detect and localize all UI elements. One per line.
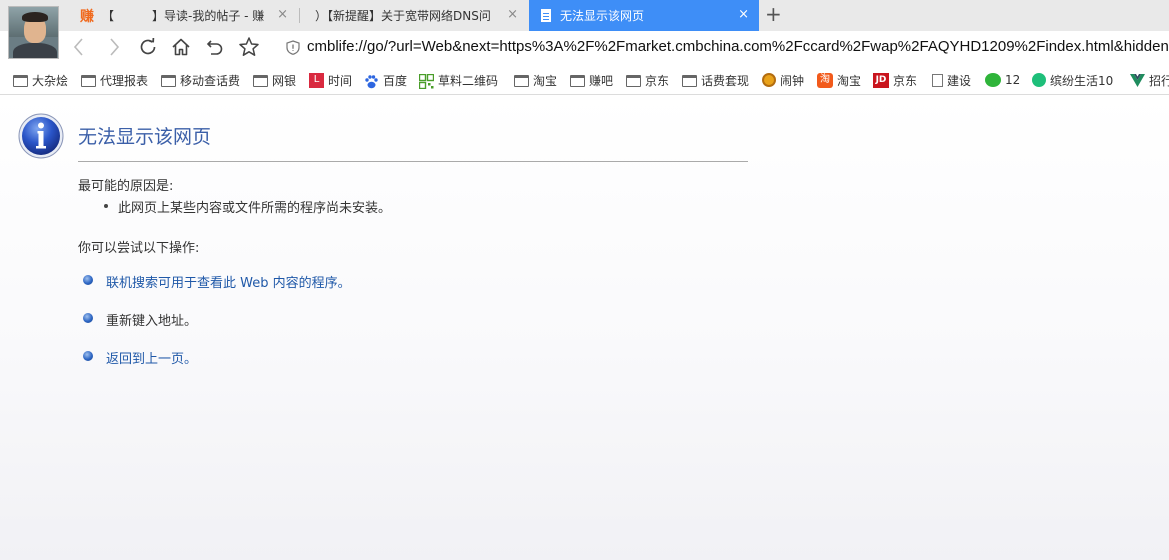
bookmark-label: 闹钟 xyxy=(780,73,805,88)
reload-icon[interactable] xyxy=(137,36,159,58)
address-bar-url[interactable]: cmblife://go/?url=Web&next=https%3A%2F%2… xyxy=(307,38,1169,55)
jd-icon: JD xyxy=(873,72,889,88)
undo-close-icon[interactable] xyxy=(204,36,226,58)
tab-close-icon[interactable]: × xyxy=(507,8,518,22)
home-icon[interactable] xyxy=(170,36,192,58)
bookmark-label: 京东 xyxy=(645,73,670,88)
bookmark-jingdong-folder[interactable]: 京东 xyxy=(626,71,669,89)
action-retype-address: 重新键入地址。 xyxy=(83,310,197,329)
blue-bullet-icon xyxy=(83,275,93,285)
bookmark-label: 时间 xyxy=(328,73,353,88)
bookmark-label: 移动查话费 xyxy=(180,73,241,88)
folder-icon xyxy=(514,74,529,87)
bookmark-binfen-shenghuo[interactable]: 缤纷生活10 xyxy=(1032,71,1113,89)
star-bookmark-icon[interactable] xyxy=(238,36,260,58)
action-search-online[interactable]: 联机搜索可用于查看此 Web 内容的程序。 xyxy=(83,272,351,291)
bookmark-baidu[interactable]: 百度 xyxy=(364,71,407,89)
bookmark-label: 建设 xyxy=(947,73,972,88)
doc-icon xyxy=(932,73,943,87)
bookmark-label: 12 xyxy=(1005,73,1021,87)
tab-zhuan-post[interactable]: 赚 【 】导读-我的帖子 - 赚 × xyxy=(72,0,298,31)
folder-icon xyxy=(161,74,176,87)
folder-icon xyxy=(81,74,96,87)
tab-dns-notice[interactable]: ）【新提醒】关于宽带网络DNS问 × xyxy=(300,0,528,31)
tab-title: 无法显示该网页 xyxy=(560,9,645,23)
bookmark-daili-baobiao[interactable]: 代理报表 xyxy=(81,71,148,89)
bookmark-jianshe[interactable]: 建设 xyxy=(932,71,971,89)
navigation-bar: cmblife://go/?url=Web&next=https%3A%2F%2… xyxy=(0,31,1169,64)
avatar-hair xyxy=(22,12,48,22)
tab-close-icon[interactable]: × xyxy=(738,8,749,22)
bookmark-dazahui[interactable]: 大杂烩 xyxy=(13,71,68,89)
folder-icon xyxy=(13,74,28,87)
baidu-icon xyxy=(364,74,379,88)
tab-error-page-active[interactable]: 无法显示该网页 × xyxy=(529,0,759,31)
bookmark-label: 大杂烩 xyxy=(32,73,69,88)
bookmark-label: 代理报表 xyxy=(100,73,149,88)
bookmark-yidong-chahuafei[interactable]: 移动查话费 xyxy=(161,71,240,89)
action-link[interactable]: 联机搜索可用于查看此 Web 内容的程序。 xyxy=(106,276,351,291)
folder-icon xyxy=(682,74,697,87)
zhuan-favicon-icon: 赚 xyxy=(80,8,94,25)
bookmark-label: 草料二维码 xyxy=(438,73,498,88)
bookmark-label: 招行 xyxy=(1149,73,1169,88)
bookmark-jd[interactable]: JD 京东 xyxy=(873,71,917,89)
blue-bullet-icon xyxy=(83,313,93,323)
action-text: 重新键入地址。 xyxy=(106,314,198,329)
actions-heading: 你可以尝试以下操作: xyxy=(78,241,200,256)
bookmark-taobao[interactable]: 淘 淘宝 xyxy=(817,71,861,89)
divider xyxy=(78,161,748,162)
user-avatar[interactable] xyxy=(8,6,59,59)
bookmark-label: 淘宝 xyxy=(533,73,558,88)
folder-icon xyxy=(626,74,641,87)
vue-icon xyxy=(1130,73,1145,87)
page-icon xyxy=(541,9,551,22)
app-icon xyxy=(1032,73,1046,87)
page-title: 无法显示该网页 xyxy=(78,126,212,148)
folder-icon xyxy=(570,74,585,87)
reason-text: 此网页上某些内容或文件所需的程序尚未安装。 xyxy=(118,201,392,216)
folder-icon xyxy=(253,74,268,87)
tab-pre-text: 【 xyxy=(102,9,115,23)
action-go-back[interactable]: 返回到上一页。 xyxy=(83,348,197,367)
bookmark-label: 淘宝 xyxy=(837,73,862,88)
bookmark-label: 赚吧 xyxy=(589,73,614,88)
bookmarks-bar: 大杂烩 代理报表 移动查话费 网银 L 时间 百度 草料二维码 淘宝 赚吧 京东 xyxy=(0,64,1169,95)
bookmark-caoliao-qrcode[interactable]: 草料二维码 xyxy=(418,71,498,89)
tab-close-icon[interactable]: × xyxy=(277,8,288,22)
bookmark-label: 网银 xyxy=(272,73,297,88)
back-icon[interactable] xyxy=(68,36,90,58)
action-link[interactable]: 返回到上一页。 xyxy=(106,352,197,367)
forward-icon[interactable] xyxy=(103,36,125,58)
reason-heading: 最可能的原因是: xyxy=(78,179,174,194)
bookmark-label: 百度 xyxy=(383,73,408,88)
tab-title: ）【新提醒】关于宽带网络DNS问 xyxy=(315,9,491,23)
bookmark-label: 京东 xyxy=(893,73,918,88)
bookmark-label: 话费套现 xyxy=(701,73,750,88)
avatar-shirt xyxy=(13,43,57,58)
bookmark-taobao-folder[interactable]: 淘宝 xyxy=(514,71,557,89)
shield-icon[interactable] xyxy=(286,40,300,55)
tab-strip: 赚 【 】导读-我的帖子 - 赚 × ）【新提醒】关于宽带网络DNS问 × 无法… xyxy=(0,0,1169,59)
calendar-icon: L xyxy=(309,72,324,88)
tab-title: 】导读-我的帖子 - 赚 xyxy=(152,9,265,23)
bookmark-huafei-taoxian[interactable]: 话费套现 xyxy=(682,71,749,89)
bookmark-zhaohang[interactable]: 招行 xyxy=(1130,71,1169,89)
info-icon xyxy=(18,113,64,159)
blue-bullet-icon xyxy=(83,351,93,361)
taobao-icon: 淘 xyxy=(817,72,833,88)
bullet-icon xyxy=(104,204,108,208)
bookmark-shijian[interactable]: L 时间 xyxy=(309,71,352,89)
bookmark-naozhong[interactable]: 闹钟 xyxy=(762,71,804,89)
new-tab-icon[interactable]: + xyxy=(765,3,782,25)
alarm-icon xyxy=(762,73,776,87)
page-content: 无法显示该网页 最可能的原因是: 此网页上某些内容或文件所需的程序尚未安装。 你… xyxy=(0,95,1169,560)
bookmark-wechat-12[interactable]: 12 xyxy=(985,71,1020,89)
bookmark-wangyin[interactable]: 网银 xyxy=(253,71,296,89)
qrcode-icon xyxy=(418,73,435,89)
bookmark-zhuanba[interactable]: 赚吧 xyxy=(570,71,613,89)
bookmark-label: 缤纷生活10 xyxy=(1050,73,1114,88)
reason-list-item: 此网页上某些内容或文件所需的程序尚未安装。 xyxy=(104,197,391,216)
wechat-icon xyxy=(985,73,1001,87)
